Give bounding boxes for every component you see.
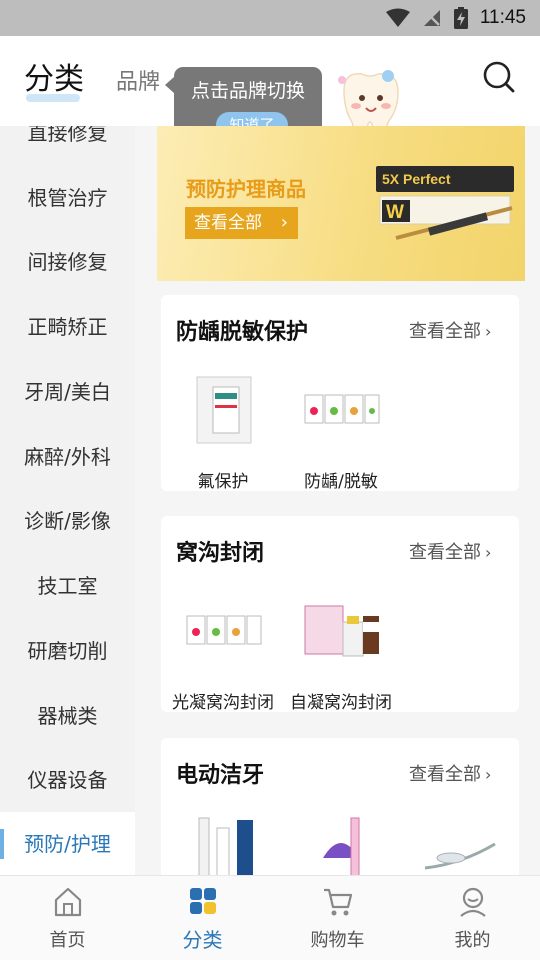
sidebar-item-dental-lab[interactable]: 技工室 — [0, 554, 135, 618]
svg-text:W: W — [386, 202, 404, 223]
nav-label: 购物车 — [310, 930, 365, 951]
view-all-label: 查看全部 — [409, 321, 481, 342]
sidebar-item-anesthesia-surgery[interactable]: 麻醉/外科 — [0, 425, 135, 489]
category-sidebar: 直接修复 根管治疗 间接修复 正畸矫正 牙周/美白 麻醉/外科 诊断/影像 技工… — [0, 126, 135, 875]
product-image — [186, 615, 262, 645]
section-view-all-link[interactable]: 查看全部 › — [409, 760, 491, 786]
profile-icon — [460, 887, 486, 917]
sidebar-item-equipment[interactable]: 仪器设备 — [0, 748, 135, 812]
section-card: 电动洁牙 查看全部 › — [161, 738, 519, 898]
product-image — [304, 394, 380, 424]
banner-product-text: 5X Perfect — [382, 171, 451, 187]
nav-category[interactable]: 分类 — [135, 876, 270, 960]
banner-button-label: 查看全部 — [194, 213, 262, 233]
signal-off-icon — [423, 10, 440, 26]
sidebar-item-direct-restoration[interactable]: 直接修复 — [0, 126, 135, 165]
category-icon — [190, 888, 216, 914]
product-item[interactable]: 光凝窝沟封闭 — [163, 586, 283, 713]
product-image — [304, 605, 379, 657]
status-bar: 11:45 — [0, 0, 540, 36]
section-title: 电动洁牙 — [176, 763, 265, 788]
battery-charging-icon — [453, 7, 468, 29]
section-title: 防龋脱敏保护 — [176, 320, 309, 345]
banner-title: 预防护理商品 — [186, 177, 306, 201]
sidebar-item-indirect-restoration[interactable]: 间接修复 — [0, 230, 135, 294]
wifi-icon — [385, 8, 410, 27]
product-label: 光凝窝沟封闭 — [172, 693, 274, 713]
app-screen: 11:45 分类 品牌 点击品牌切换 知道了 直接修复 根管治疗 间接修复 正畸… — [0, 0, 540, 960]
nav-cart[interactable]: 购物车 — [270, 876, 405, 960]
nav-label: 首页 — [49, 930, 86, 951]
chevron-right-icon: › — [485, 543, 492, 562]
sidebar-item-instruments[interactable]: 器械类 — [0, 684, 135, 748]
nav-home[interactable]: 首页 — [0, 876, 135, 960]
nav-label: 分类 — [182, 928, 223, 952]
sidebar-item-grinding-cutting[interactable]: 研磨切削 — [0, 619, 135, 683]
search-icon[interactable] — [482, 60, 516, 94]
product-label: 自凝窝沟封闭 — [290, 693, 392, 713]
product-item[interactable]: 氟保护 — [163, 365, 283, 492]
section-view-all-link[interactable]: 查看全部 › — [409, 317, 491, 343]
section-card: 窝沟封闭 查看全部 › 光凝窝沟封闭 自凝窝沟封闭 — [161, 516, 519, 713]
product-item[interactable]: 自凝窝沟封闭 — [281, 586, 401, 713]
product-item[interactable]: 防龋/脱敏 — [281, 365, 401, 492]
home-icon — [54, 887, 82, 917]
sidebar-item-diagnosis-imaging[interactable]: 诊断/影像 — [0, 489, 135, 553]
product-label: 防龋/脱敏 — [304, 472, 378, 492]
sidebar-item-prevention-care[interactable]: 预防/护理 — [0, 812, 135, 875]
cart-icon — [324, 888, 353, 916]
section-card: 防龋脱敏保护 查看全部 › 氟保护 防龋/脱敏 — [161, 295, 519, 492]
banner-product-image: 5X Perfect W — [376, 166, 514, 240]
sidebar-item-endodontics[interactable]: 根管治疗 — [0, 166, 135, 230]
active-indicator — [0, 829, 4, 859]
tooltip-text: 点击品牌切换 — [190, 80, 305, 102]
section-view-all-link[interactable]: 查看全部 › — [409, 538, 491, 564]
bottom-navigation: 首页 分类 购物车 我的 — [0, 875, 540, 960]
chevron-right-icon: › — [485, 322, 492, 341]
banner-view-all-button[interactable]: 查看全部 › — [185, 207, 298, 239]
nav-profile[interactable]: 我的 — [405, 876, 540, 960]
clock: 11:45 — [479, 7, 526, 28]
sidebar-item-periodontal-whitening[interactable]: 牙周/美白 — [0, 360, 135, 424]
category-banner[interactable]: 预防护理商品 查看全部 › 5X Perfect W — [157, 126, 525, 281]
section-title: 窝沟封闭 — [176, 541, 265, 566]
nav-label: 我的 — [454, 930, 491, 951]
sidebar-item-label: 预防/护理 — [24, 832, 111, 856]
view-all-label: 查看全部 — [409, 764, 481, 785]
tab-category[interactable]: 分类 — [24, 54, 84, 98]
sidebar-item-orthodontics[interactable]: 正畸矫正 — [0, 295, 135, 359]
tab-brand[interactable]: 品牌 — [116, 64, 160, 96]
chevron-right-icon: › — [485, 765, 492, 784]
view-all-label: 查看全部 — [409, 542, 481, 563]
product-label: 氟保护 — [197, 472, 249, 492]
product-image — [196, 376, 252, 444]
chevron-right-icon: › — [280, 212, 288, 233]
